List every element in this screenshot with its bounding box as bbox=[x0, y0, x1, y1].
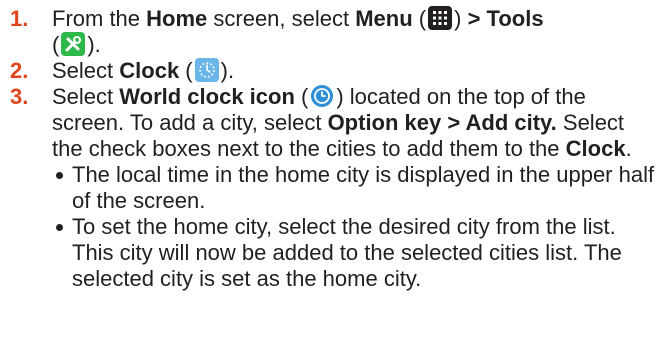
step-text: ( bbox=[179, 58, 193, 83]
step-text: ). bbox=[87, 32, 101, 57]
step-text: screen, select bbox=[207, 6, 356, 31]
step-text: ) bbox=[454, 6, 468, 31]
clock-label: Clock bbox=[565, 136, 626, 161]
step-3: 3. Select World clock icon ( ) located o… bbox=[10, 84, 655, 162]
tools-label: > Tools bbox=[467, 6, 544, 31]
step-text: ). bbox=[220, 58, 235, 83]
option-add-city-label: Option key > Add city. bbox=[327, 110, 557, 135]
step-number: 3. bbox=[10, 84, 29, 109]
step-text: Select bbox=[52, 58, 120, 83]
step-text: ( bbox=[412, 6, 427, 31]
step-text: . bbox=[625, 136, 632, 161]
step-text: From the bbox=[52, 6, 147, 31]
step-text: ( bbox=[52, 32, 60, 57]
step-1: 1. From the Home screen, select Menu ( )… bbox=[10, 6, 655, 58]
step-text: ( bbox=[294, 84, 309, 109]
world-clock-icon bbox=[310, 84, 335, 108]
step-number: 2. bbox=[10, 58, 29, 83]
menu-label: Menu bbox=[355, 6, 413, 31]
tools-icon bbox=[61, 32, 86, 56]
instructions: 1. From the Home screen, select Menu ( )… bbox=[0, 0, 665, 292]
bullet-item: The local time in the home city is displ… bbox=[52, 162, 655, 214]
world-clock-label: World clock icon bbox=[119, 84, 295, 109]
clock-app-icon bbox=[194, 58, 219, 82]
step-text: Select bbox=[52, 84, 120, 109]
step-2: 2. Select Clock ( ). bbox=[10, 58, 655, 84]
bullet-list: The local time in the home city is displ… bbox=[10, 162, 655, 292]
menu-grid-icon bbox=[428, 6, 453, 30]
clock-label: Clock bbox=[119, 58, 180, 83]
step-number: 1. bbox=[10, 6, 29, 31]
bullet-item: To set the home city, select the desired… bbox=[52, 214, 655, 292]
home-label: Home bbox=[146, 6, 208, 31]
